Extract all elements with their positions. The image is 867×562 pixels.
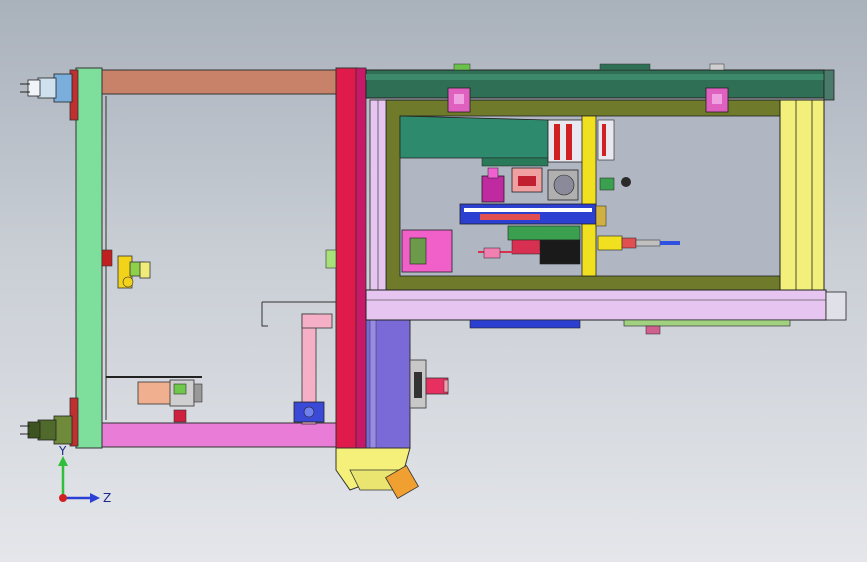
side-sensor bbox=[409, 359, 449, 409]
base-end-cap bbox=[825, 291, 847, 321]
yellow-guide-post bbox=[581, 115, 597, 277]
pneumatic-cylinder bbox=[106, 376, 203, 423]
small-blue-motor bbox=[293, 401, 325, 423]
leveling-foot-bottom bbox=[20, 415, 73, 445]
pink-mounting-block bbox=[401, 229, 453, 273]
left-frame-assembly bbox=[69, 67, 339, 449]
top-crossbar bbox=[97, 69, 339, 95]
rail-end-cap bbox=[823, 69, 835, 101]
axis-label-y: Y bbox=[58, 444, 67, 458]
post-mount-block bbox=[101, 249, 113, 267]
column-inner-strip bbox=[355, 67, 367, 449]
leveling-foot-top bbox=[20, 73, 73, 103]
coordinate-triad: Y Z bbox=[58, 444, 111, 505]
green-tab bbox=[325, 249, 337, 269]
main-machine-frame bbox=[365, 63, 847, 335]
purple-lower-block bbox=[365, 317, 411, 449]
bottom-crossbar bbox=[97, 422, 339, 448]
yellow-valve-cluster bbox=[117, 255, 151, 289]
lavender-base-bar bbox=[365, 289, 827, 321]
left-vertical-post bbox=[75, 67, 103, 449]
yellow-side-panel bbox=[779, 99, 825, 291]
cad-model-viewport[interactable]: Y Z bbox=[0, 0, 867, 562]
red-vertical-column bbox=[335, 67, 359, 449]
axis-label-z: Z bbox=[103, 491, 111, 505]
hopper bbox=[335, 447, 419, 499]
